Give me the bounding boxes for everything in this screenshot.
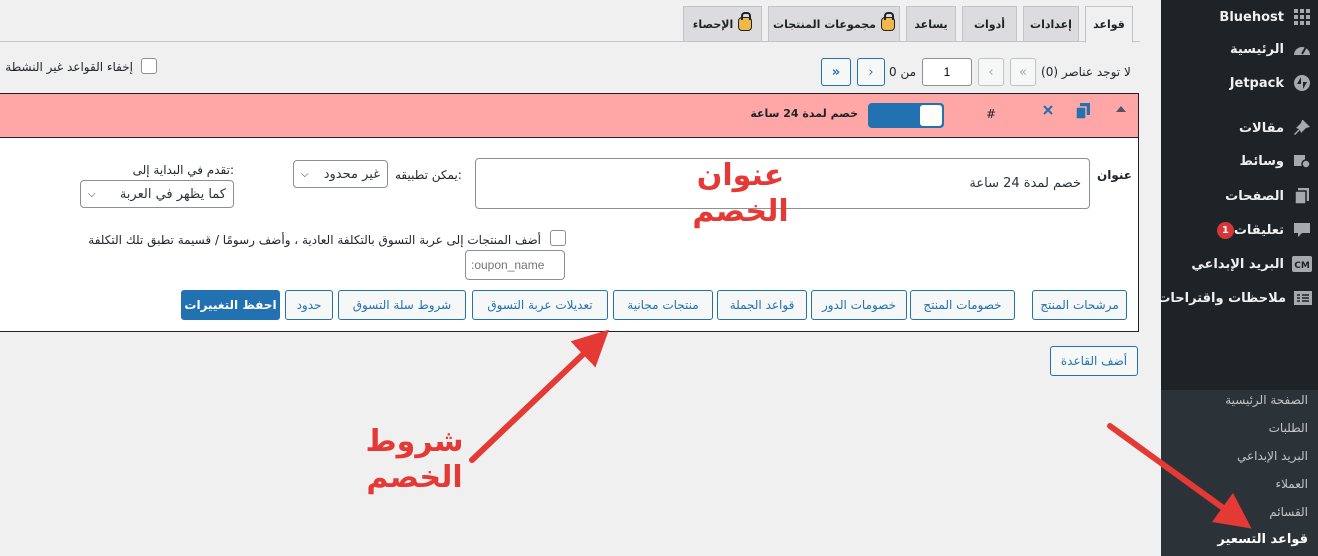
comments-count-badge: 1	[1216, 221, 1234, 239]
sidebar-item-label: تعليقات	[1233, 222, 1284, 238]
chevron-down-icon: ⌵	[88, 188, 96, 200]
media-icon	[1292, 151, 1312, 171]
add-products-checkbox[interactable]	[550, 230, 566, 246]
lock-icon	[880, 12, 895, 31]
chevron-down-icon: ⌵	[301, 168, 309, 180]
sidebar-item-label: الرئيسية	[1229, 41, 1284, 57]
sidebar-item-creative-mail[interactable]: CM البريد الإبداعي	[1161, 247, 1318, 281]
free-products-button[interactable]: منتجات مجانية	[613, 290, 713, 320]
product-filters-button[interactable]: مرشحات المنتج	[1032, 290, 1127, 320]
prev-page-button[interactable]: ‹	[978, 58, 1004, 86]
cart-adjustments-button[interactable]: تعديلات عربة التسوق	[472, 290, 608, 320]
pages-icon	[1292, 186, 1312, 206]
page-of-label: من 0	[889, 65, 917, 79]
duplicate-icon[interactable]	[1075, 102, 1091, 120]
arrow-to-conditions	[469, 329, 610, 463]
tab-help[interactable]: يساعد	[906, 6, 956, 42]
rule-enabled-toggle[interactable]	[868, 103, 944, 128]
advance-to-select[interactable]: ⌵ كما يظهر في العربة	[80, 180, 234, 208]
submenu-item-orders[interactable]: الطلبات	[1269, 421, 1308, 435]
rule-title-value: خصم لمدة 24 ساعة	[969, 176, 1081, 191]
sidebar-item-label: الصفحات	[1225, 188, 1284, 204]
sidebar-item-label: مقالات	[1238, 120, 1284, 136]
sidebar-item-comments[interactable]: تعليقات 1	[1161, 213, 1318, 247]
sidebar-item-posts[interactable]: مقالات	[1161, 111, 1318, 145]
add-products-label: أضف المنتجات إلى عربة التسوق بالتكلفة ال…	[88, 233, 541, 247]
sidebar-item-jetpack[interactable]: Jetpack	[1161, 66, 1318, 100]
sidebar-item-label: ملاحظات واقتراحات	[1157, 290, 1286, 306]
submenu-item-home[interactable]: الصفحة الرئيسية	[1225, 393, 1308, 407]
tab-label: مجموعات المنتجات	[773, 17, 876, 31]
hide-inactive-label: إخفاء القواعد غير النشطة	[5, 60, 133, 74]
toggle-knob	[920, 105, 942, 126]
tab-label: إعدادات	[1030, 17, 1072, 31]
tab-settings[interactable]: إعدادات	[1023, 6, 1079, 42]
rule-header[interactable]	[0, 93, 1139, 138]
submenu-item-creative-mail[interactable]: البريد الإبداعي	[1237, 449, 1308, 463]
tab-tools[interactable]: أدوات	[962, 6, 1017, 42]
submenu-item-coupons[interactable]: القسائم	[1269, 505, 1308, 519]
add-rule-button[interactable]: أضف القاعدة	[1050, 346, 1138, 376]
comments-icon	[1292, 220, 1312, 240]
sidebar-item-pages[interactable]: الصفحات	[1161, 179, 1318, 213]
submenu-item-pricing-rules[interactable]: قواعد التسعير	[1217, 532, 1308, 547]
product-discounts-button[interactable]: خصومات المنتج	[910, 290, 1015, 320]
save-changes-button[interactable]: احفظ التغييرات	[181, 290, 280, 320]
advance-to-value: كما يظهر في العربة	[119, 186, 226, 202]
delete-x-icon[interactable]	[1042, 104, 1054, 116]
role-discounts-button[interactable]: خصومات الدور	[811, 290, 907, 320]
dashboard-icon	[1292, 39, 1312, 59]
sidebar-item-label: البريد الإبداعي	[1191, 256, 1284, 272]
tab-statistics[interactable]: الإحصاء	[683, 6, 762, 42]
apply-label: يمكن تطبيقه:	[395, 168, 462, 182]
tab-label: أدوات	[973, 17, 1006, 31]
jetpack-icon	[1292, 73, 1312, 93]
limits-button[interactable]: حدود	[285, 290, 333, 320]
sidebar-item-label: وسائط	[1239, 153, 1284, 169]
advance-label: تقدم في البداية إلى:	[132, 163, 234, 177]
svg-text:CM: CM	[1294, 261, 1310, 271]
title-label: عنوان	[1097, 168, 1132, 182]
bulk-rules-button[interactable]: قواعد الجملة	[717, 290, 807, 320]
grid-icon	[1292, 7, 1312, 27]
pin-icon	[1292, 118, 1312, 138]
apply-limit-select[interactable]: ⌵ غير محدود	[293, 160, 388, 188]
tab-label: يساعد	[914, 17, 948, 31]
sidebar-item-label: Bluehost	[1219, 9, 1284, 25]
tab-rules[interactable]: قواعد	[1085, 6, 1133, 43]
rule-hash: #	[986, 107, 997, 121]
lock-icon	[738, 12, 753, 31]
submenu-item-customers[interactable]: العملاء	[1275, 477, 1308, 491]
coupon-name-input[interactable]	[465, 250, 565, 280]
page-number-input[interactable]	[922, 58, 972, 86]
annotation-discount-conditions: شروط الخصم	[365, 424, 464, 495]
sidebar-item-feedback[interactable]: ملاحظات واقتراحات	[1157, 281, 1318, 315]
apply-limit-value: غير محدود	[323, 166, 380, 182]
tab-label: الإحصاء	[692, 17, 734, 31]
sidebar-item-label: Jetpack	[1229, 75, 1284, 91]
cm-icon: CM	[1292, 254, 1312, 274]
feedback-icon	[1294, 288, 1312, 308]
hide-inactive-checkbox[interactable]	[141, 58, 157, 74]
sidebar-item-home[interactable]: الرئيسية	[1161, 32, 1318, 66]
cart-conditions-button[interactable]: شروط سلة التسوق	[338, 290, 466, 320]
first-page-button[interactable]: «	[1010, 58, 1036, 86]
sidebar-item-media[interactable]: وسائط	[1161, 144, 1318, 178]
rule-header-title: خصم لمدة 24 ساعة	[750, 107, 858, 120]
no-items-label: لا توجد عناصر (0)	[1041, 65, 1131, 79]
tab-label: قواعد	[1093, 18, 1125, 31]
next-page-button[interactable]: ›	[857, 58, 885, 86]
last-page-button[interactable]: »	[821, 58, 851, 86]
collapse-triangle-icon[interactable]	[1115, 104, 1127, 114]
sidebar-item-bluehost[interactable]: Bluehost	[1161, 0, 1318, 34]
annotation-discount-title: عنوان الخصم	[692, 158, 789, 229]
tab-product-groups[interactable]: مجموعات المنتجات	[768, 6, 900, 42]
